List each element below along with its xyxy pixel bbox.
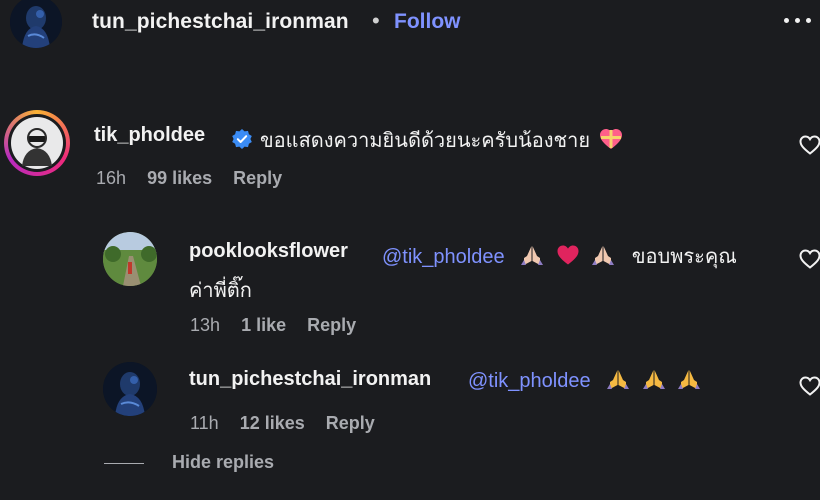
reply-meta: 13h 1 like Reply	[190, 315, 372, 336]
praying-hands-emoji	[520, 244, 544, 272]
follow-button[interactable]: Follow	[394, 10, 461, 34]
reply-button[interactable]: Reply	[307, 315, 356, 335]
like-heart-icon[interactable]	[799, 249, 820, 269]
reply-item: tun_pichestchai_ironman @tik_pholdee 11h…	[0, 356, 820, 440]
verified-badge-icon	[232, 129, 252, 155]
reply-avatar[interactable]	[103, 232, 157, 286]
hide-replies-button[interactable]: Hide replies	[172, 452, 274, 473]
like-heart-icon[interactable]	[799, 376, 820, 396]
reply-time: 13h	[190, 315, 221, 335]
author-avatar[interactable]	[10, 0, 62, 48]
reply-text-line1: ขอบพระคุณ	[631, 246, 737, 268]
like-heart-icon[interactable]	[799, 135, 820, 155]
reply-username[interactable]: tun_pichestchai_ironman	[189, 368, 431, 391]
reply-avatar[interactable]	[103, 362, 157, 416]
mention-link[interactable]: @tik_pholdee	[382, 246, 505, 268]
comment-meta: 16h 99 likes Reply	[96, 168, 298, 189]
praying-hands-emoji	[642, 368, 666, 396]
reply-button[interactable]: Reply	[326, 413, 375, 433]
commenter-avatar[interactable]	[4, 110, 70, 176]
reply-likes[interactable]: 12 likes	[240, 413, 305, 433]
separator-dot: •	[372, 8, 380, 33]
reply-item: pooklooksflower @tik_pholdee ขอบพระคุณ ค…	[0, 228, 820, 340]
comment-body: ขอแสดงความยินดีด้วยนะครับน้องชาย	[226, 124, 626, 156]
reply-button[interactable]: Reply	[233, 168, 282, 188]
heart-gift-emoji	[599, 128, 623, 156]
mention-link[interactable]: @tik_pholdee	[468, 370, 591, 392]
comment-item: tik_pholdee ขอแสดงความยินดีด้วยนะครับน้อ…	[0, 100, 820, 200]
hide-replies-divider	[104, 463, 144, 464]
comment-likes[interactable]: 99 likes	[147, 168, 212, 188]
post-header: tun_pichestchai_ironman • Follow	[0, 0, 820, 48]
praying-hands-emoji	[591, 244, 615, 272]
instagram-comments-panel: tun_pichestchai_ironman • Follow tik_pho…	[0, 0, 820, 500]
more-options-icon[interactable]	[784, 16, 814, 26]
comment-time: 16h	[96, 168, 127, 188]
reply-likes[interactable]: 1 like	[241, 315, 286, 335]
praying-hands-emoji	[677, 368, 701, 396]
reply-text-line2: ค่าพี่ติ๊ก	[189, 280, 252, 302]
praying-hands-emoji	[606, 368, 630, 396]
reply-body: @tik_pholdee	[468, 368, 704, 396]
reply-username[interactable]: pooklooksflower	[189, 240, 348, 263]
comment-username[interactable]: tik_pholdee	[94, 124, 205, 147]
reply-time: 11h	[190, 413, 219, 433]
author-username[interactable]: tun_pichestchai_ironman	[92, 10, 349, 34]
reply-body: @tik_pholdee ขอบพระคุณ	[382, 240, 737, 272]
comment-text: ขอแสดงความยินดีด้วยนะครับน้องชาย	[260, 130, 591, 152]
red-heart-emoji	[556, 244, 580, 272]
reply-meta: 11h 12 likes Reply	[190, 413, 391, 434]
